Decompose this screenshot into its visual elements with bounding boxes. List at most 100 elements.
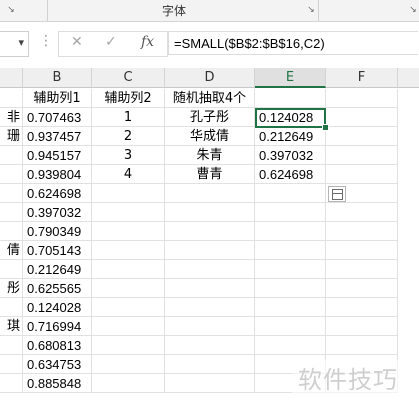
- cell-e4[interactable]: 0.397032: [255, 146, 326, 165]
- cell-b16[interactable]: 0.885848: [23, 374, 92, 393]
- cell-a1[interactable]: [0, 89, 23, 108]
- cell-d16[interactable]: [165, 374, 255, 393]
- cell-a3[interactable]: 珊: [0, 127, 23, 146]
- cell-a9[interactable]: 倩: [0, 241, 23, 260]
- cell-d1[interactable]: 随机抽取4个: [165, 89, 255, 108]
- cell-f2[interactable]: [326, 108, 398, 127]
- drag-handle-icon[interactable]: ⋮: [39, 33, 53, 49]
- cell-b8[interactable]: 0.790349: [23, 222, 92, 241]
- cell-e9[interactable]: [255, 241, 326, 260]
- cell-e6[interactable]: [255, 184, 326, 203]
- cell-b11[interactable]: 0.625565: [23, 279, 92, 298]
- cell-c3[interactable]: 2: [92, 127, 165, 146]
- column-header-g[interactable]: [398, 68, 419, 88]
- cell-c8[interactable]: [92, 222, 165, 241]
- cell-a4[interactable]: [0, 146, 23, 165]
- cell-c11[interactable]: [92, 279, 165, 298]
- cell-d8[interactable]: [165, 222, 255, 241]
- cell-f8[interactable]: [326, 222, 398, 241]
- cell-c2[interactable]: 1: [92, 108, 165, 127]
- cell-d14[interactable]: [165, 336, 255, 355]
- font-dialog-launcher-icon[interactable]: ↘: [306, 5, 316, 15]
- cell-a15[interactable]: [0, 355, 23, 374]
- cell-f11[interactable]: [326, 279, 398, 298]
- cell-b13[interactable]: 0.716994: [23, 317, 92, 336]
- cell-b14[interactable]: 0.680813: [23, 336, 92, 355]
- cell-c10[interactable]: [92, 260, 165, 279]
- column-header-d[interactable]: D: [165, 68, 255, 88]
- cell-a7[interactable]: [0, 203, 23, 222]
- enter-check-icon[interactable]: ✓: [105, 34, 117, 50]
- cell-f13[interactable]: [326, 317, 398, 336]
- cell-f7[interactable]: [326, 203, 398, 222]
- cell-c1[interactable]: 辅助列2: [92, 89, 165, 108]
- cell-b6[interactable]: 0.624698: [23, 184, 92, 203]
- cell-e14[interactable]: [255, 336, 326, 355]
- cell-b1[interactable]: 辅助列1: [23, 89, 92, 108]
- fill-handle[interactable]: [322, 124, 329, 131]
- cell-b10[interactable]: 0.212649: [23, 260, 92, 279]
- cell-d7[interactable]: [165, 203, 255, 222]
- cell-a10[interactable]: [0, 260, 23, 279]
- cell-a5[interactable]: [0, 165, 23, 184]
- cell-c4[interactable]: 3: [92, 146, 165, 165]
- cell-c9[interactable]: [92, 241, 165, 260]
- cell-f12[interactable]: [326, 298, 398, 317]
- cell-b5[interactable]: 0.939804: [23, 165, 92, 184]
- cell-a6[interactable]: [0, 184, 23, 203]
- alignment-dialog-launcher-icon[interactable]: ↘: [408, 5, 418, 15]
- cell-a14[interactable]: [0, 336, 23, 355]
- cell-a2[interactable]: 非: [0, 108, 23, 127]
- dialog-launcher-icon[interactable]: ↘: [6, 5, 16, 15]
- cell-c16[interactable]: [92, 374, 165, 393]
- paste-options-button[interactable]: [328, 186, 346, 202]
- column-header-c[interactable]: C: [92, 68, 165, 88]
- cell-f14[interactable]: [326, 336, 398, 355]
- cell-e7[interactable]: [255, 203, 326, 222]
- cell-d9[interactable]: [165, 241, 255, 260]
- cell-b4[interactable]: 0.945157: [23, 146, 92, 165]
- cell-f3[interactable]: [326, 127, 398, 146]
- cell-f5[interactable]: [326, 165, 398, 184]
- column-header-e[interactable]: E: [255, 68, 326, 88]
- cell-a8[interactable]: [0, 222, 23, 241]
- cell-f4[interactable]: [326, 146, 398, 165]
- cell-c6[interactable]: [92, 184, 165, 203]
- cell-d10[interactable]: [165, 260, 255, 279]
- cell-c5[interactable]: 4: [92, 165, 165, 184]
- cell-e10[interactable]: [255, 260, 326, 279]
- column-header-b[interactable]: B: [23, 68, 92, 88]
- cell-e1[interactable]: [255, 89, 326, 108]
- column-header-a[interactable]: [0, 68, 23, 88]
- cell-d13[interactable]: [165, 317, 255, 336]
- name-box[interactable]: ▾: [0, 31, 29, 57]
- cell-d3[interactable]: 华成倩: [165, 127, 255, 146]
- cell-e11[interactable]: [255, 279, 326, 298]
- cell-b15[interactable]: 0.634753: [23, 355, 92, 374]
- cell-d11[interactable]: [165, 279, 255, 298]
- cell-b9[interactable]: 0.705143: [23, 241, 92, 260]
- cell-f9[interactable]: [326, 241, 398, 260]
- cell-c15[interactable]: [92, 355, 165, 374]
- cell-e3[interactable]: 0.212649: [255, 127, 326, 146]
- cell-a11[interactable]: 彤: [0, 279, 23, 298]
- cell-a13[interactable]: 琪: [0, 317, 23, 336]
- column-header-f[interactable]: F: [326, 68, 398, 88]
- cell-b7[interactable]: 0.397032: [23, 203, 92, 222]
- cell-f10[interactable]: [326, 260, 398, 279]
- cell-d2[interactable]: 孔子彤: [165, 108, 255, 127]
- cell-e13[interactable]: [255, 317, 326, 336]
- cell-b12[interactable]: 0.124028: [23, 298, 92, 317]
- cell-e5[interactable]: 0.624698: [255, 165, 326, 184]
- cell-e12[interactable]: [255, 298, 326, 317]
- cell-c14[interactable]: [92, 336, 165, 355]
- cell-d12[interactable]: [165, 298, 255, 317]
- cell-a12[interactable]: [0, 298, 23, 317]
- cell-d6[interactable]: [165, 184, 255, 203]
- cell-d15[interactable]: [165, 355, 255, 374]
- cell-c7[interactable]: [92, 203, 165, 222]
- cell-e8[interactable]: [255, 222, 326, 241]
- cell-d5[interactable]: 曹青: [165, 165, 255, 184]
- cell-f1[interactable]: [326, 89, 398, 108]
- formula-input[interactable]: =SMALL($B$2:$B$16,C2): [168, 31, 418, 55]
